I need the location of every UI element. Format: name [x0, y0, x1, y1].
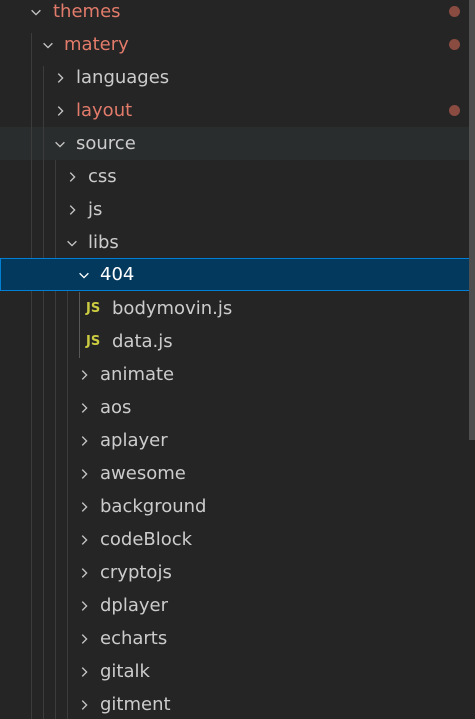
- tree-item-label: awesome: [100, 463, 186, 484]
- tree-item-libs[interactable]: libs: [0, 226, 475, 259]
- chevron-down-icon: [63, 226, 81, 259]
- tree-item-themes[interactable]: themes: [0, 0, 475, 28]
- tree-item-label: libs: [88, 232, 119, 253]
- tree-item-background[interactable]: background: [0, 490, 475, 523]
- tree-item-label: bodymovin.js: [112, 298, 233, 319]
- tree-item-source[interactable]: source: [0, 127, 475, 160]
- chevron-right-icon: [63, 193, 81, 226]
- modified-dot-icon: [449, 6, 460, 17]
- tree-item-label: background: [100, 496, 207, 517]
- chevron-down-icon: [75, 258, 93, 291]
- javascript-file-icon: JS: [86, 301, 101, 316]
- tree-item-label: languages: [76, 67, 170, 88]
- chevron-right-icon: [75, 523, 93, 556]
- tree-item-label: echarts: [100, 628, 168, 649]
- tree-item-css[interactable]: css: [0, 160, 475, 193]
- tree-item-label: gitment: [100, 694, 171, 715]
- tree-item-label: aos: [100, 397, 132, 418]
- tree-item-awesome[interactable]: awesome: [0, 457, 475, 490]
- tree-item-label: css: [88, 166, 117, 187]
- modified-dot-icon: [449, 39, 460, 50]
- chevron-right-icon: [75, 556, 93, 589]
- tree-item-dplayer[interactable]: dplayer: [0, 589, 475, 622]
- tree-item-cryptojs[interactable]: cryptojs: [0, 556, 475, 589]
- tree-item-label: dplayer: [100, 595, 169, 616]
- tree-item-label: animate: [100, 364, 175, 385]
- tree-item-label: data.js: [112, 331, 173, 352]
- tree-item-label: layout: [76, 100, 133, 121]
- tree-item-bodymovin-js[interactable]: JS bodymovin.js: [0, 292, 475, 325]
- tree-item-echarts[interactable]: echarts: [0, 622, 475, 655]
- tree-item-gitment[interactable]: gitment: [0, 688, 475, 719]
- chevron-right-icon: [63, 160, 81, 193]
- tree-item-aplayer[interactable]: aplayer: [0, 424, 475, 457]
- tree-item-label: source: [76, 133, 136, 154]
- vertical-scrollbar[interactable]: [469, 0, 475, 440]
- chevron-right-icon: [75, 490, 93, 523]
- chevron-right-icon: [75, 688, 93, 719]
- tree-item-label: codeBlock: [100, 529, 193, 550]
- chevron-right-icon: [75, 424, 93, 457]
- chevron-right-icon: [75, 622, 93, 655]
- javascript-file-icon: JS: [86, 334, 101, 349]
- chevron-right-icon: [75, 358, 93, 391]
- chevron-down-icon: [27, 0, 45, 28]
- tree-item-label: cryptojs: [100, 562, 172, 583]
- chevron-right-icon: [75, 655, 93, 688]
- tree-item-label: 404: [100, 264, 135, 285]
- tree-item-label: themes: [53, 1, 121, 22]
- chevron-right-icon: [51, 61, 69, 94]
- file-explorer: themes matery languages layout source cs…: [0, 0, 475, 719]
- tree-item-gitalk[interactable]: gitalk: [0, 655, 475, 688]
- tree-item-label: js: [88, 199, 103, 220]
- tree-item-404[interactable]: 404: [0, 258, 475, 291]
- tree-item-matery[interactable]: matery: [0, 28, 475, 61]
- chevron-down-icon: [39, 28, 57, 61]
- chevron-right-icon: [75, 457, 93, 490]
- tree-item-languages[interactable]: languages: [0, 61, 475, 94]
- chevron-down-icon: [51, 127, 69, 160]
- chevron-right-icon: [75, 589, 93, 622]
- chevron-right-icon: [51, 94, 69, 127]
- tree-item-layout[interactable]: layout: [0, 94, 475, 127]
- tree-item-label: aplayer: [100, 430, 168, 451]
- tree-item-label: gitalk: [100, 661, 150, 682]
- chevron-right-icon: [75, 391, 93, 424]
- tree-item-animate[interactable]: animate: [0, 358, 475, 391]
- tree-item-js[interactable]: js: [0, 193, 475, 226]
- modified-dot-icon: [449, 105, 460, 116]
- tree-item-data-js[interactable]: JS data.js: [0, 325, 475, 358]
- tree-item-label: matery: [64, 34, 129, 55]
- tree-item-aos[interactable]: aos: [0, 391, 475, 424]
- tree-item-codeblock[interactable]: codeBlock: [0, 523, 475, 556]
